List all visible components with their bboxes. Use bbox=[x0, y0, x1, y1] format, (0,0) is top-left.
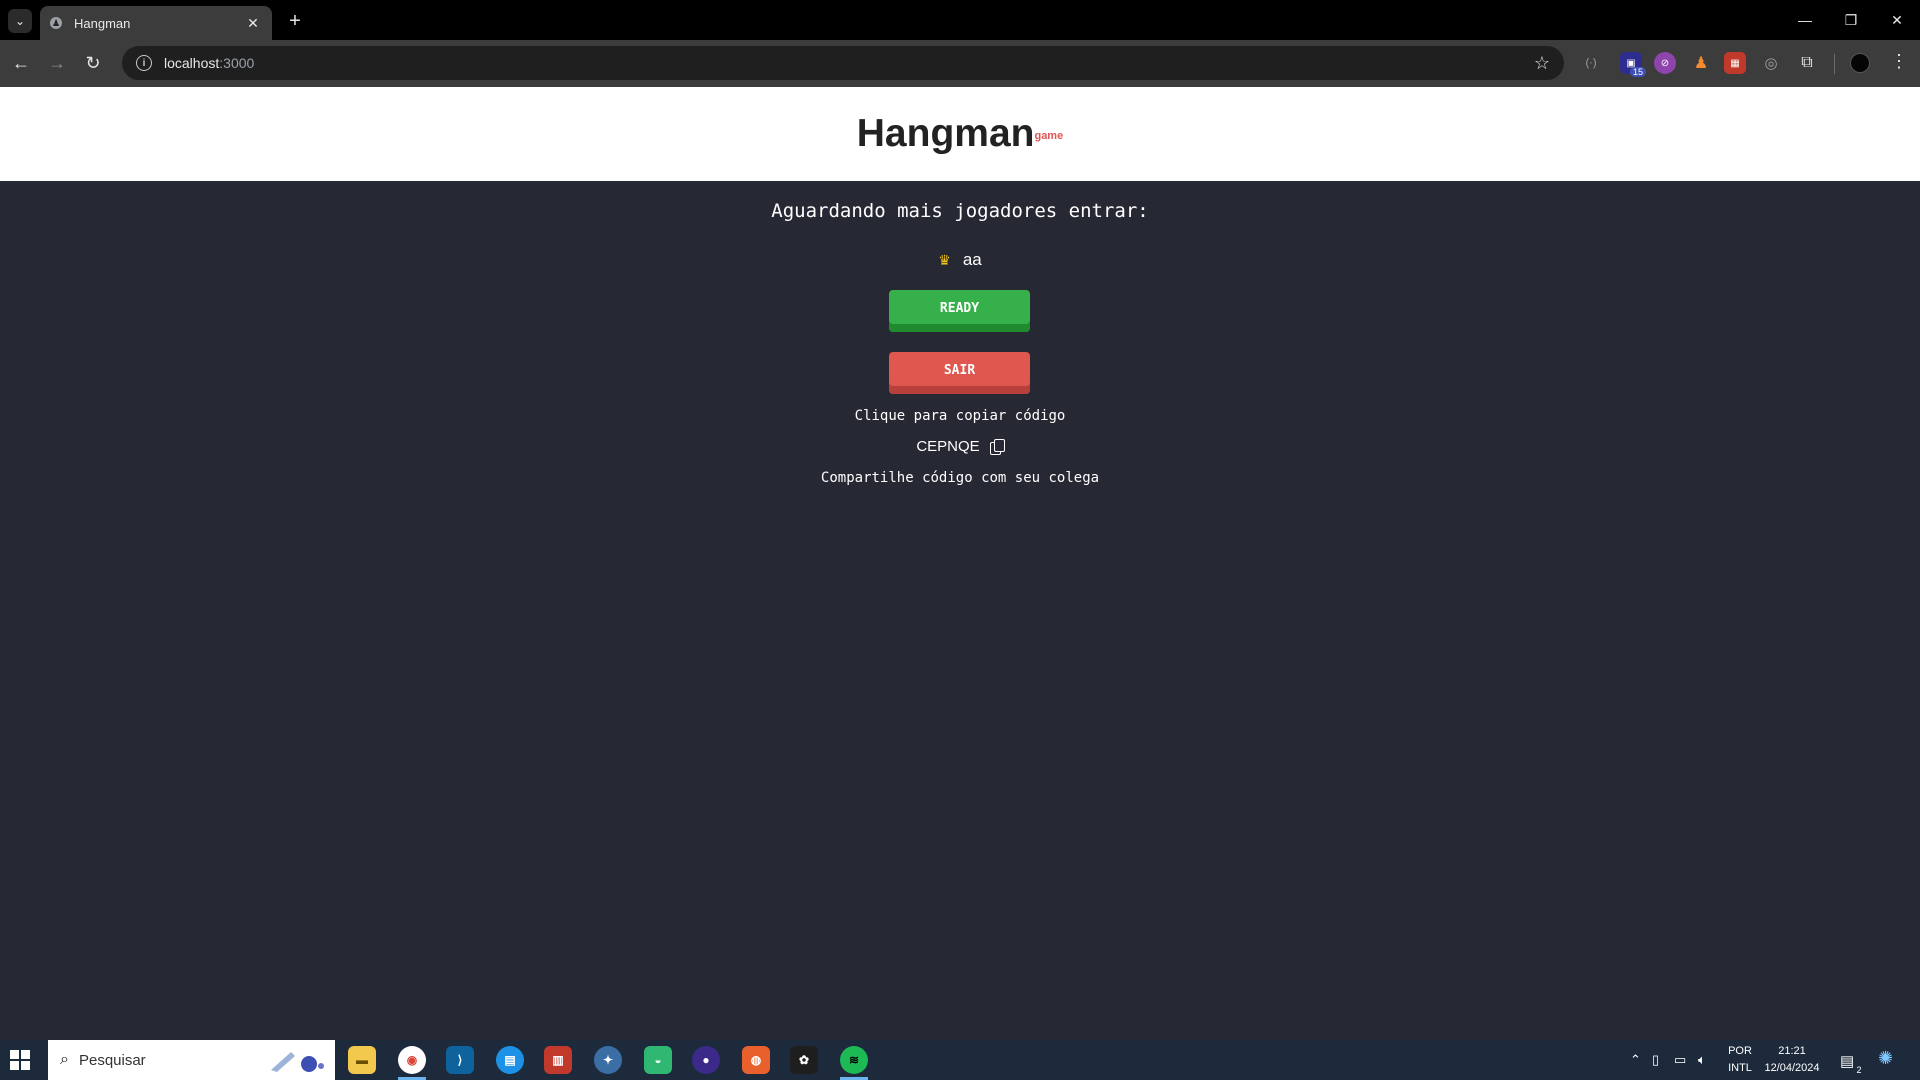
site-info-icon[interactable]: i bbox=[136, 55, 152, 71]
bookmark-star-icon[interactable]: ☆ bbox=[1534, 53, 1550, 74]
exit-button[interactable]: SAIR bbox=[889, 352, 1030, 394]
extension-badge: 15 bbox=[1629, 67, 1646, 77]
clock-date: 12/04/2024 bbox=[1764, 1062, 1820, 1074]
os-taskbar: ⌕ Pesquisar ▬ ◉ ⟩ ▤ ▥ ✦ ◒ ● ◍ ✿ ≋ ⌃ ▯ ▭ … bbox=[0, 1040, 1920, 1080]
browser-menu-icon[interactable]: ⋮ bbox=[1890, 51, 1908, 72]
keyboard-layout: INTL bbox=[1728, 1062, 1752, 1074]
player-name: aa bbox=[962, 250, 982, 269]
tab-close-icon[interactable]: ✕ bbox=[244, 15, 262, 32]
extension-compass-icon[interactable]: ⊘ bbox=[1654, 52, 1676, 74]
back-arrow-icon[interactable]: ← bbox=[8, 50, 34, 76]
copy-code-hint: Clique para copiar código bbox=[854, 408, 1066, 424]
search-highlight-illustration-icon bbox=[271, 1052, 324, 1072]
logo-subtitle: game bbox=[1034, 130, 1064, 142]
clock-time: 21:21 bbox=[1778, 1045, 1806, 1057]
new-tab-icon[interactable]: + bbox=[282, 8, 308, 34]
file-explorer-icon[interactable]: ▬ bbox=[348, 1046, 376, 1074]
redis-icon[interactable]: ▥ bbox=[544, 1046, 572, 1074]
waiting-message: Aguardando mais jogadores entrar: bbox=[771, 200, 1149, 222]
spotify-icon[interactable]: ≋ bbox=[840, 1046, 868, 1074]
extensions-puzzle-icon[interactable]: ⧉ bbox=[1796, 52, 1818, 74]
taskbar-search[interactable]: ⌕ Pesquisar bbox=[48, 1040, 335, 1080]
tab-search-chevron-icon[interactable]: ⌄ bbox=[8, 9, 32, 33]
tray-device-icon[interactable]: ▯ bbox=[1652, 1052, 1659, 1068]
player-entry: ♛ aa bbox=[0, 250, 1920, 270]
reload-icon[interactable]: ↻ bbox=[80, 50, 106, 76]
tray-overflow-chevron-icon[interactable]: ⌃ bbox=[1630, 1052, 1641, 1068]
eclipse-icon[interactable]: ● bbox=[692, 1046, 720, 1074]
room-code[interactable]: CEPNQE bbox=[916, 438, 979, 455]
window-close-icon[interactable]: ✕ bbox=[1874, 6, 1920, 34]
notification-count: 2 bbox=[1856, 1065, 1862, 1075]
vscode-icon[interactable]: ⟩ bbox=[446, 1046, 474, 1074]
site-header: Hangman game bbox=[0, 87, 1920, 181]
network-icon[interactable]: ▭ bbox=[1674, 1052, 1686, 1068]
chat-app-icon[interactable]: ◒ bbox=[644, 1046, 672, 1074]
search-icon: ⌕ bbox=[60, 1051, 69, 1068]
volume-icon[interactable]: 🔈︎ bbox=[1698, 1052, 1706, 1068]
input-language[interactable]: POR INTL bbox=[1722, 1043, 1758, 1077]
extension-purple-icon[interactable]: ▣ 15 bbox=[1620, 52, 1646, 77]
url-port: :3000 bbox=[219, 55, 255, 71]
toolbar-divider bbox=[1834, 54, 1835, 74]
tab-title: Hangman bbox=[74, 15, 131, 31]
chrome-icon[interactable]: ◉ bbox=[398, 1046, 426, 1074]
minimize-icon[interactable]: — bbox=[1782, 6, 1828, 34]
tab-favicon-icon: ♟ bbox=[50, 17, 62, 29]
search-placeholder: Pesquisar bbox=[78, 1051, 146, 1069]
ubuntu-icon[interactable]: ◍ bbox=[742, 1046, 770, 1074]
logo-title: Hangman bbox=[856, 112, 1035, 155]
extension-gift-icon[interactable]: ▦ bbox=[1724, 52, 1746, 74]
notifications-icon[interactable]: ▤ bbox=[1840, 1052, 1854, 1070]
address-bar[interactable]: i localhost:3000 ☆ bbox=[122, 46, 1564, 80]
browser-tab-bar: ⌄ ♟ Hangman ✕ + — ❐ ✕ bbox=[0, 0, 1920, 40]
docker-icon[interactable]: ▤ bbox=[496, 1046, 524, 1074]
windows-start-icon[interactable] bbox=[10, 1050, 30, 1070]
browser-tab[interactable]: ♟ Hangman ✕ bbox=[40, 6, 272, 40]
figma-icon[interactable]: ✿ bbox=[790, 1046, 818, 1074]
restore-icon[interactable]: ❐ bbox=[1828, 6, 1874, 34]
room-code-copy[interactable]: CEPNQE bbox=[0, 438, 1920, 455]
crown-icon: ♛ bbox=[938, 251, 951, 268]
copilot-icon[interactable]: ✺ bbox=[1878, 1048, 1893, 1069]
share-code-hint: Compartilhe código com seu colega bbox=[820, 470, 1100, 486]
ready-button[interactable]: READY bbox=[889, 290, 1030, 332]
language-code: POR bbox=[1728, 1045, 1752, 1057]
url-host: localhost bbox=[164, 55, 220, 71]
extension-figure-icon[interactable]: ♟ bbox=[1690, 52, 1712, 74]
forward-arrow-icon[interactable]: → bbox=[44, 50, 70, 76]
clock[interactable]: 21:21 12/04/2024 bbox=[1760, 1043, 1824, 1077]
profile-avatar[interactable] bbox=[1850, 53, 1870, 73]
beekeeper-icon[interactable]: ✦ bbox=[594, 1046, 622, 1074]
extension-circle-icon[interactable]: ◎ bbox=[1760, 52, 1782, 74]
browser-toolbar: ← → ↻ i localhost:3000 ☆ (·) ▣ 15 ⊘ ♟ ▦ ◎… bbox=[0, 40, 1920, 87]
cast-extension-icon[interactable]: (·) bbox=[1580, 52, 1602, 74]
copy-icon[interactable] bbox=[989, 438, 1005, 455]
